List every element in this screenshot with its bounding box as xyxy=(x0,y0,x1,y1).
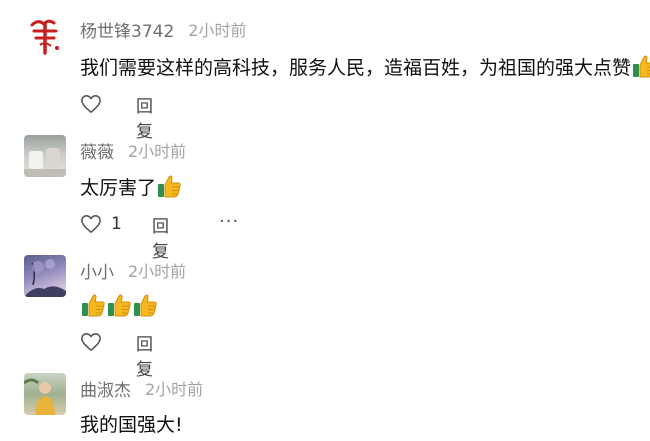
comment-text: 我的国强大! xyxy=(80,413,183,436)
thumbs-up-emoji-icon xyxy=(132,292,158,318)
comment-text-row: 我们需要这样的高科技，服务人民，造福百姓，为祖国的强大点赞 xyxy=(80,51,650,81)
username[interactable]: 曲淑杰 xyxy=(80,376,131,401)
thumbs-up-emoji-icon xyxy=(156,173,182,199)
username[interactable]: 小小 xyxy=(80,258,114,283)
comment-actions: 回复 xyxy=(80,329,153,380)
comment-actions: 回复 xyxy=(80,91,153,142)
comment-text-row: 太厉害了 xyxy=(80,171,182,201)
timestamp: 2小时前 xyxy=(128,262,187,281)
username[interactable]: 薇薇 xyxy=(80,138,114,163)
avatar[interactable] xyxy=(24,373,66,415)
timestamp: 2小时前 xyxy=(128,142,187,161)
thumbs-up-emoji-icon xyxy=(631,53,650,79)
timestamp: 2小时前 xyxy=(188,21,247,40)
reply-button[interactable]: 回复 xyxy=(136,330,153,380)
comment-text-row xyxy=(80,290,158,320)
thumbs-up-emoji-icon xyxy=(80,292,106,318)
comment-text: 太厉害了 xyxy=(80,176,157,199)
thumbs-up-emoji-icon xyxy=(106,292,132,318)
more-options-icon[interactable]: ··· xyxy=(219,213,239,231)
avatar[interactable] xyxy=(24,255,66,297)
heart-icon[interactable] xyxy=(80,214,102,234)
comment-actions: 1 回复 ··· xyxy=(80,211,238,262)
like-count: 1 xyxy=(111,214,122,234)
reply-button[interactable]: 回复 xyxy=(152,212,169,262)
timestamp: 2小时前 xyxy=(145,380,204,399)
username[interactable]: 杨世锋3742 xyxy=(80,17,174,42)
heart-icon[interactable] xyxy=(80,332,102,352)
comment-text-row: 我的国强大! xyxy=(80,408,183,438)
avatar[interactable] xyxy=(24,135,66,177)
comment-text: 我们需要这样的高科技，服务人民，造福百姓，为祖国的强大点赞 xyxy=(80,56,632,79)
reply-button[interactable]: 回复 xyxy=(136,92,153,142)
avatar[interactable] xyxy=(24,15,66,57)
heart-icon[interactable] xyxy=(80,94,102,114)
